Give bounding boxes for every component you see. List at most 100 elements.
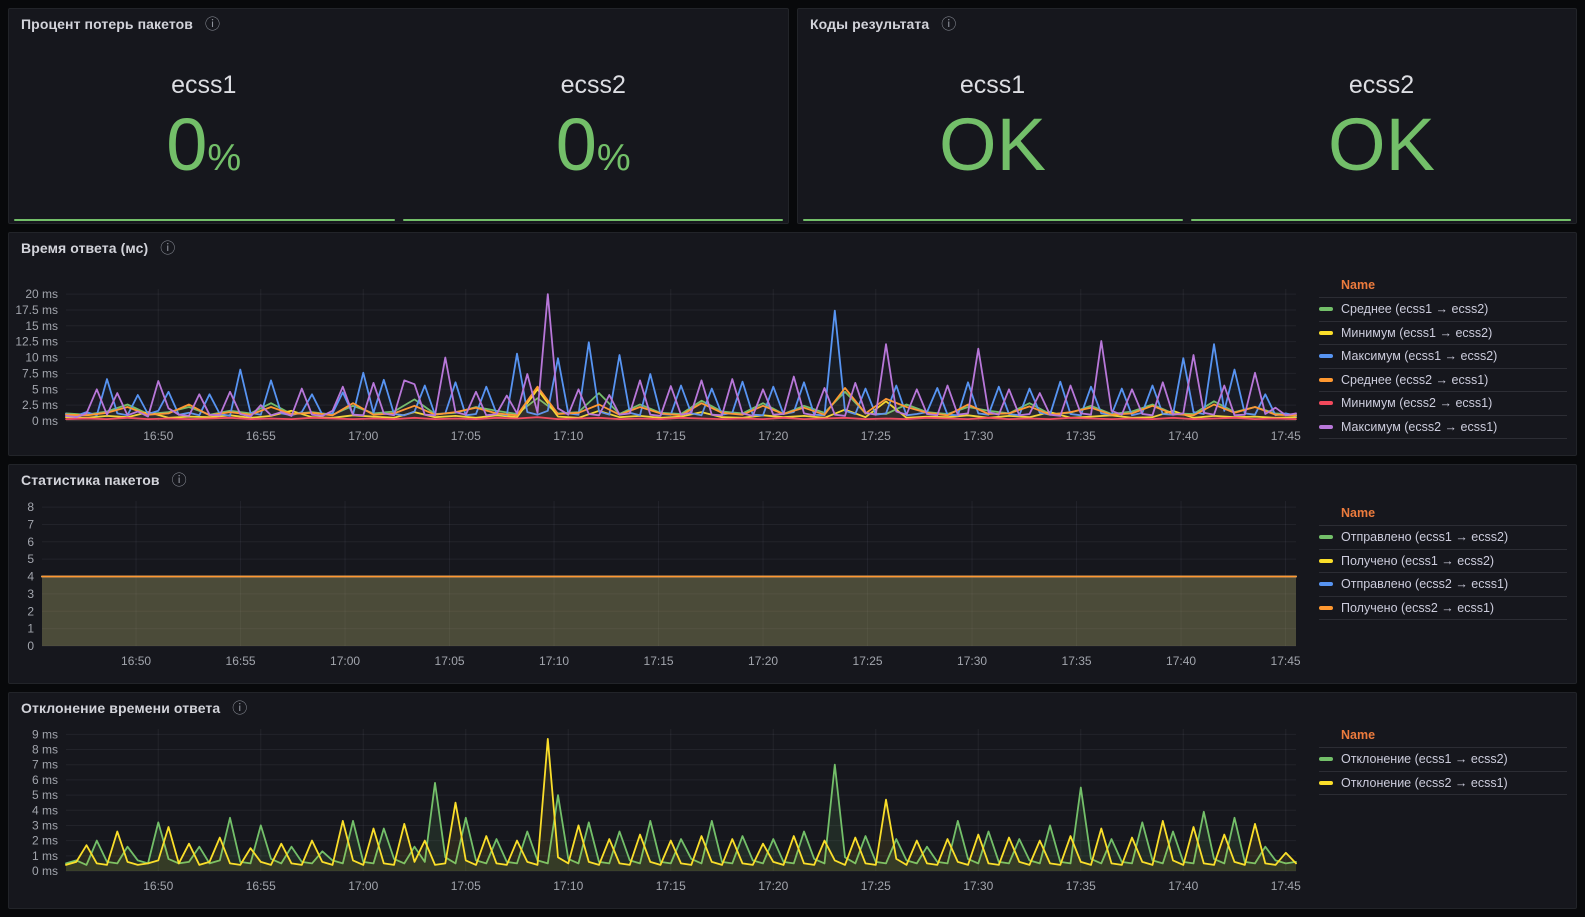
legend-label: Получено (ecss2 → ecss1) xyxy=(1341,601,1494,615)
y-axis-tick: 1 xyxy=(27,622,34,636)
legend-label: Среднее (ecss1 → ecss2) xyxy=(1341,302,1488,316)
stat-row: ecss1 0% ecss2 0% xyxy=(9,39,788,213)
legend-item[interactable]: Минимум (ecss1 → ecss2) xyxy=(1319,322,1567,346)
info-icon[interactable]: ⓘ xyxy=(172,473,187,488)
stat-ecss2: ecss2 OK xyxy=(1187,39,1576,213)
legend-swatch-icon xyxy=(1319,781,1333,785)
panel-header: Отклонение времени ответа ⓘ xyxy=(21,700,247,716)
x-axis-tick: 17:15 xyxy=(644,654,674,668)
info-icon[interactable]: ⓘ xyxy=(232,701,247,716)
panel-title: Коды результата xyxy=(810,16,929,32)
legend-item[interactable]: Отклонение (ecss1 → ecss2) xyxy=(1319,748,1567,772)
legend-label: Максимум (ecss1 → ecss2) xyxy=(1341,349,1497,363)
legend-swatch-icon xyxy=(1319,535,1333,539)
legend-item[interactable]: Получено (ecss1 → ecss2) xyxy=(1319,550,1567,574)
panel-deviation: Отклонение времени ответа ⓘ 16:5016:5517… xyxy=(8,692,1577,909)
x-axis-tick: 17:00 xyxy=(348,879,378,893)
y-axis-tick: 9 ms xyxy=(32,727,58,741)
y-axis-tick: 1 ms xyxy=(32,849,58,863)
info-icon[interactable]: ⓘ xyxy=(160,241,175,256)
panel-title: Процент потерь пакетов xyxy=(21,16,193,32)
panel-header: Статистика пакетов ⓘ xyxy=(21,472,187,488)
stat-unit: % xyxy=(597,137,631,179)
y-axis-tick: 20 ms xyxy=(25,287,58,301)
legend-item[interactable]: Отклонение (ecss2 → ecss1) xyxy=(1319,772,1567,796)
legend-label: Среднее (ecss2 → ecss1) xyxy=(1341,373,1488,387)
y-axis-tick: 12.5 ms xyxy=(15,335,58,349)
legend-swatch-icon xyxy=(1319,331,1333,335)
deviation-chart[interactable]: 16:5016:5517:0017:0517:1017:1517:2017:25… xyxy=(9,693,1319,910)
x-axis-tick: 17:45 xyxy=(1271,429,1301,443)
x-axis-tick: 16:50 xyxy=(121,654,151,668)
legend-swatch-icon xyxy=(1319,354,1333,358)
y-axis-tick: 2.5 ms xyxy=(22,398,58,412)
panel-packet-loss: Процент потерь пакетов ⓘ ecss1 0% ecss2 … xyxy=(8,8,789,224)
x-axis-tick: 17:35 xyxy=(1066,879,1096,893)
x-axis-tick: 17:35 xyxy=(1062,654,1092,668)
y-axis-tick: 2 ms xyxy=(32,834,58,848)
x-axis-tick: 17:10 xyxy=(539,654,569,668)
x-axis-tick: 17:40 xyxy=(1166,654,1196,668)
info-icon[interactable]: ⓘ xyxy=(941,17,956,32)
legend-item[interactable]: Максимум (ecss1 → ecss2) xyxy=(1319,345,1567,369)
legend-item[interactable]: Среднее (ecss2 → ecss1) xyxy=(1319,369,1567,393)
legend-label: Отправлено (ecss2 → ecss1) xyxy=(1341,577,1508,591)
legend-swatch-icon xyxy=(1319,307,1333,311)
legend-swatch-icon xyxy=(1319,378,1333,382)
packet-stats-legend: NameОтправлено (ecss1 → ecss2)Получено (… xyxy=(1319,503,1567,620)
x-axis-tick: 17:15 xyxy=(656,429,686,443)
x-axis-tick: 16:55 xyxy=(246,879,276,893)
x-axis-tick: 17:30 xyxy=(963,879,993,893)
legend-item[interactable]: Минимум (ecss2 → ecss1) xyxy=(1319,392,1567,416)
x-axis-tick: 17:05 xyxy=(451,879,481,893)
packet-stats-chart[interactable]: 16:5016:5517:0017:0517:1017:1517:2017:25… xyxy=(9,465,1319,685)
y-axis-tick: 7 ms xyxy=(32,758,58,772)
y-axis-tick: 8 xyxy=(27,500,34,514)
legend-header[interactable]: Name xyxy=(1319,275,1567,298)
x-axis-tick: 16:55 xyxy=(226,654,256,668)
x-axis-tick: 17:40 xyxy=(1168,879,1198,893)
legend-swatch-icon xyxy=(1319,606,1333,610)
y-axis-tick: 0 ms xyxy=(32,864,58,878)
y-axis-tick: 3 ms xyxy=(32,818,58,832)
legend-label: Отклонение (ecss1 → ecss2) xyxy=(1341,752,1508,766)
legend-label: Отклонение (ecss2 → ecss1) xyxy=(1341,776,1508,790)
stat-ecss1: ecss1 OK xyxy=(798,39,1187,213)
legend-header[interactable]: Name xyxy=(1319,725,1567,748)
y-axis-tick: 4 xyxy=(27,570,34,584)
stat-ecss1: ecss1 0% xyxy=(9,39,399,213)
x-axis-tick: 17:30 xyxy=(963,429,993,443)
x-axis-tick: 17:00 xyxy=(348,429,378,443)
legend-item[interactable]: Отправлено (ecss2 → ecss1) xyxy=(1319,573,1567,597)
stat-row: ecss1 OK ecss2 OK xyxy=(798,39,1576,213)
y-axis-tick: 5 ms xyxy=(32,788,58,802)
y-axis-tick: 7.5 ms xyxy=(22,366,58,380)
stat-name: ecss2 xyxy=(1349,71,1414,100)
x-axis-tick: 17:20 xyxy=(758,429,788,443)
y-axis-tick: 17.5 ms xyxy=(15,303,58,317)
x-axis-tick: 17:20 xyxy=(748,654,778,668)
response-time-chart[interactable]: 16:5016:5517:0017:0517:1017:1517:2017:25… xyxy=(9,233,1319,457)
x-axis-tick: 17:15 xyxy=(656,879,686,893)
stat-sparkline xyxy=(14,219,395,221)
legend-header[interactable]: Name xyxy=(1319,503,1567,526)
y-axis-tick: 6 ms xyxy=(32,773,58,787)
legend-item[interactable]: Максимум (ecss2 → ecss1) xyxy=(1319,416,1567,440)
panel-header: Коды результата ⓘ xyxy=(810,16,956,32)
x-axis-tick: 17:20 xyxy=(758,879,788,893)
legend-label: Максимум (ecss2 → ecss1) xyxy=(1341,420,1497,434)
legend-item[interactable]: Получено (ecss2 → ecss1) xyxy=(1319,597,1567,621)
panel-header: Процент потерь пакетов ⓘ xyxy=(21,16,220,32)
panel-header: Время ответа (мс) ⓘ xyxy=(21,240,175,256)
legend-item[interactable]: Отправлено (ecss1 → ecss2) xyxy=(1319,526,1567,550)
stat-value: OK xyxy=(1328,110,1435,180)
deviation-legend: Name Отклонение (ecss1 → ecss2) Отклонение… xyxy=(1319,725,1567,795)
x-axis-tick: 17:45 xyxy=(1271,654,1301,668)
x-axis-tick: 17:40 xyxy=(1168,429,1198,443)
y-axis-tick: 5 xyxy=(27,552,34,566)
y-axis-tick: 0 ms xyxy=(32,414,58,428)
legend-item[interactable]: Среднее (ecss1 → ecss2) xyxy=(1319,298,1567,322)
stat-sparkline xyxy=(803,219,1183,221)
x-axis-tick: 17:00 xyxy=(330,654,360,668)
info-icon[interactable]: ⓘ xyxy=(205,17,220,32)
